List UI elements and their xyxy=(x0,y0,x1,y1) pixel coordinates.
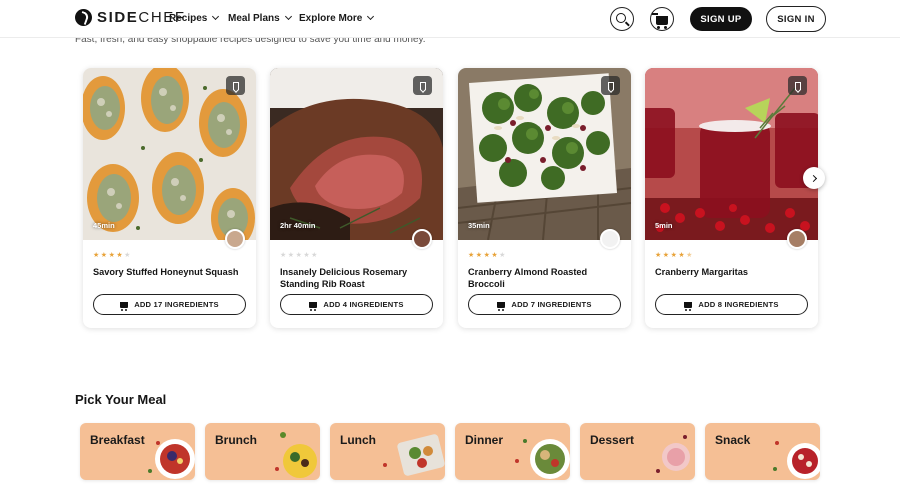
sign-in-button[interactable]: SIGN IN xyxy=(766,6,826,32)
meal-tile-breakfast[interactable]: Breakfast xyxy=(80,423,195,480)
chevron-down-icon xyxy=(367,12,375,21)
chevron-down-icon xyxy=(212,12,220,21)
recipe-title[interactable]: Insanely Delicious Rosemary Standing Rib… xyxy=(280,266,438,290)
add-ingredients-label: ADD 17 INGREDIENTS xyxy=(134,300,219,309)
star-icon: ★ xyxy=(280,252,287,259)
rating-stars: ★ ★ ★ ★ ★ xyxy=(468,252,505,259)
author-avatar[interactable] xyxy=(412,229,432,249)
cart-icon xyxy=(309,301,318,311)
add-ingredients-label: ADD 7 INGREDIENTS xyxy=(511,300,592,309)
recipe-time: 45min xyxy=(93,221,115,230)
sign-up-button[interactable]: SIGN UP xyxy=(690,7,752,31)
recipe-time: 2hr 40min xyxy=(280,221,316,230)
author-avatar[interactable] xyxy=(787,229,807,249)
meal-label: Breakfast xyxy=(90,433,145,447)
recipe-title[interactable]: Savory Stuffed Honeynut Squash xyxy=(93,266,251,278)
meal-tile-brunch[interactable]: Brunch xyxy=(205,423,320,480)
star-icon: ★ xyxy=(124,252,131,259)
meal-tile-dessert[interactable]: Dessert xyxy=(580,423,695,480)
bookmark-icon[interactable] xyxy=(788,76,807,95)
cart-icon xyxy=(497,301,506,311)
star-icon: ★ xyxy=(303,252,310,259)
recipe-card[interactable]: 2hr 40min ★ ★ ★ ★ ★ Insanely Delicious Rosem… xyxy=(270,68,443,328)
nav-explore-more-label: Explore More xyxy=(299,13,363,24)
cart-icon xyxy=(120,301,129,311)
add-ingredients-button[interactable]: ADD 8 INGREDIENTS xyxy=(655,294,808,315)
bookmark-icon[interactable] xyxy=(226,76,245,95)
star-icon: ★ xyxy=(491,252,498,259)
recipe-time: 5min xyxy=(655,221,673,230)
recipe-title[interactable]: Cranberry Margaritas xyxy=(655,266,813,278)
add-ingredients-button[interactable]: ADD 17 INGREDIENTS xyxy=(93,294,246,315)
nav-explore-more[interactable]: Explore More xyxy=(299,12,375,24)
star-icon: ★ xyxy=(311,252,318,259)
star-icon: ★ xyxy=(93,252,100,259)
star-icon: ★ xyxy=(468,252,475,259)
recipe-card[interactable]: 5min ★ ★ ★ ★ ★ Cranberry Margaritas ADD 8 IN… xyxy=(645,68,818,328)
star-icon: ★ xyxy=(662,252,670,259)
star-icon: ★ xyxy=(686,252,693,259)
nav-recipes-label: Recipes xyxy=(169,13,208,24)
recipe-card[interactable]: 45min ★ ★ ★ ★ ★ Savory Stuffed Honeynut Squa… xyxy=(83,68,256,328)
add-ingredients-button[interactable]: ADD 4 INGREDIENTS xyxy=(280,294,433,315)
nav-recipes[interactable]: Recipes xyxy=(169,12,220,24)
rating-stars: ★ ★ ★ ★ ★ xyxy=(655,252,692,259)
rating-stars: ★ ★ ★ ★ ★ xyxy=(93,252,130,259)
cart-icon xyxy=(652,12,668,29)
star-icon: ★ xyxy=(287,252,295,259)
cart-button[interactable] xyxy=(650,7,674,31)
star-icon: ★ xyxy=(499,252,506,259)
bookmark-icon[interactable] xyxy=(413,76,432,95)
author-avatar[interactable] xyxy=(600,229,620,249)
logo-text-bold: SIDE xyxy=(97,9,139,26)
add-ingredients-label: ADD 4 INGREDIENTS xyxy=(323,300,404,309)
meal-tile-lunch[interactable]: Lunch xyxy=(330,423,445,480)
add-ingredients-button[interactable]: ADD 7 INGREDIENTS xyxy=(468,294,621,315)
meal-label: Snack xyxy=(715,433,751,447)
star-icon: ★ xyxy=(655,252,662,259)
pick-your-meal-title: Pick Your Meal xyxy=(75,392,167,407)
search-button[interactable] xyxy=(610,7,634,31)
meal-tile-snack[interactable]: Snack xyxy=(705,423,820,480)
recipe-time: 35min xyxy=(468,221,490,230)
meal-tile-dinner[interactable]: Dinner xyxy=(455,423,570,480)
star-icon: ★ xyxy=(116,252,123,259)
chevron-right-icon xyxy=(809,174,817,182)
search-icon xyxy=(616,13,626,23)
star-icon: ★ xyxy=(475,252,483,259)
nav-meal-plans[interactable]: Meal Plans xyxy=(228,12,292,24)
chevron-down-icon xyxy=(284,12,292,21)
meal-label: Dessert xyxy=(590,433,635,447)
recipe-card[interactable]: 35min ★ ★ ★ ★ ★ Cranberry Almond Roasted Bro… xyxy=(458,68,631,328)
carousel-next-button[interactable] xyxy=(803,167,825,189)
recipe-title[interactable]: Cranberry Almond Roasted Broccoli xyxy=(468,266,626,290)
add-ingredients-label: ADD 8 INGREDIENTS xyxy=(698,300,779,309)
cart-icon xyxy=(684,301,693,311)
star-icon: ★ xyxy=(295,252,302,259)
star-icon: ★ xyxy=(100,252,108,259)
meal-label: Lunch xyxy=(340,433,376,447)
bookmark-icon[interactable] xyxy=(601,76,620,95)
star-icon: ★ xyxy=(670,252,677,259)
meal-label: Dinner xyxy=(465,433,504,447)
star-icon: ★ xyxy=(678,252,685,259)
star-icon: ★ xyxy=(483,252,490,259)
nav-meal-plans-label: Meal Plans xyxy=(228,13,280,24)
meal-label: Brunch xyxy=(215,433,257,447)
author-avatar[interactable] xyxy=(225,229,245,249)
logo-mark-icon xyxy=(75,9,92,26)
site-header: SIDECHEF Recipes Meal Plans Explore More… xyxy=(0,0,900,38)
star-icon: ★ xyxy=(108,252,115,259)
rating-stars: ★ ★ ★ ★ ★ xyxy=(280,252,317,259)
